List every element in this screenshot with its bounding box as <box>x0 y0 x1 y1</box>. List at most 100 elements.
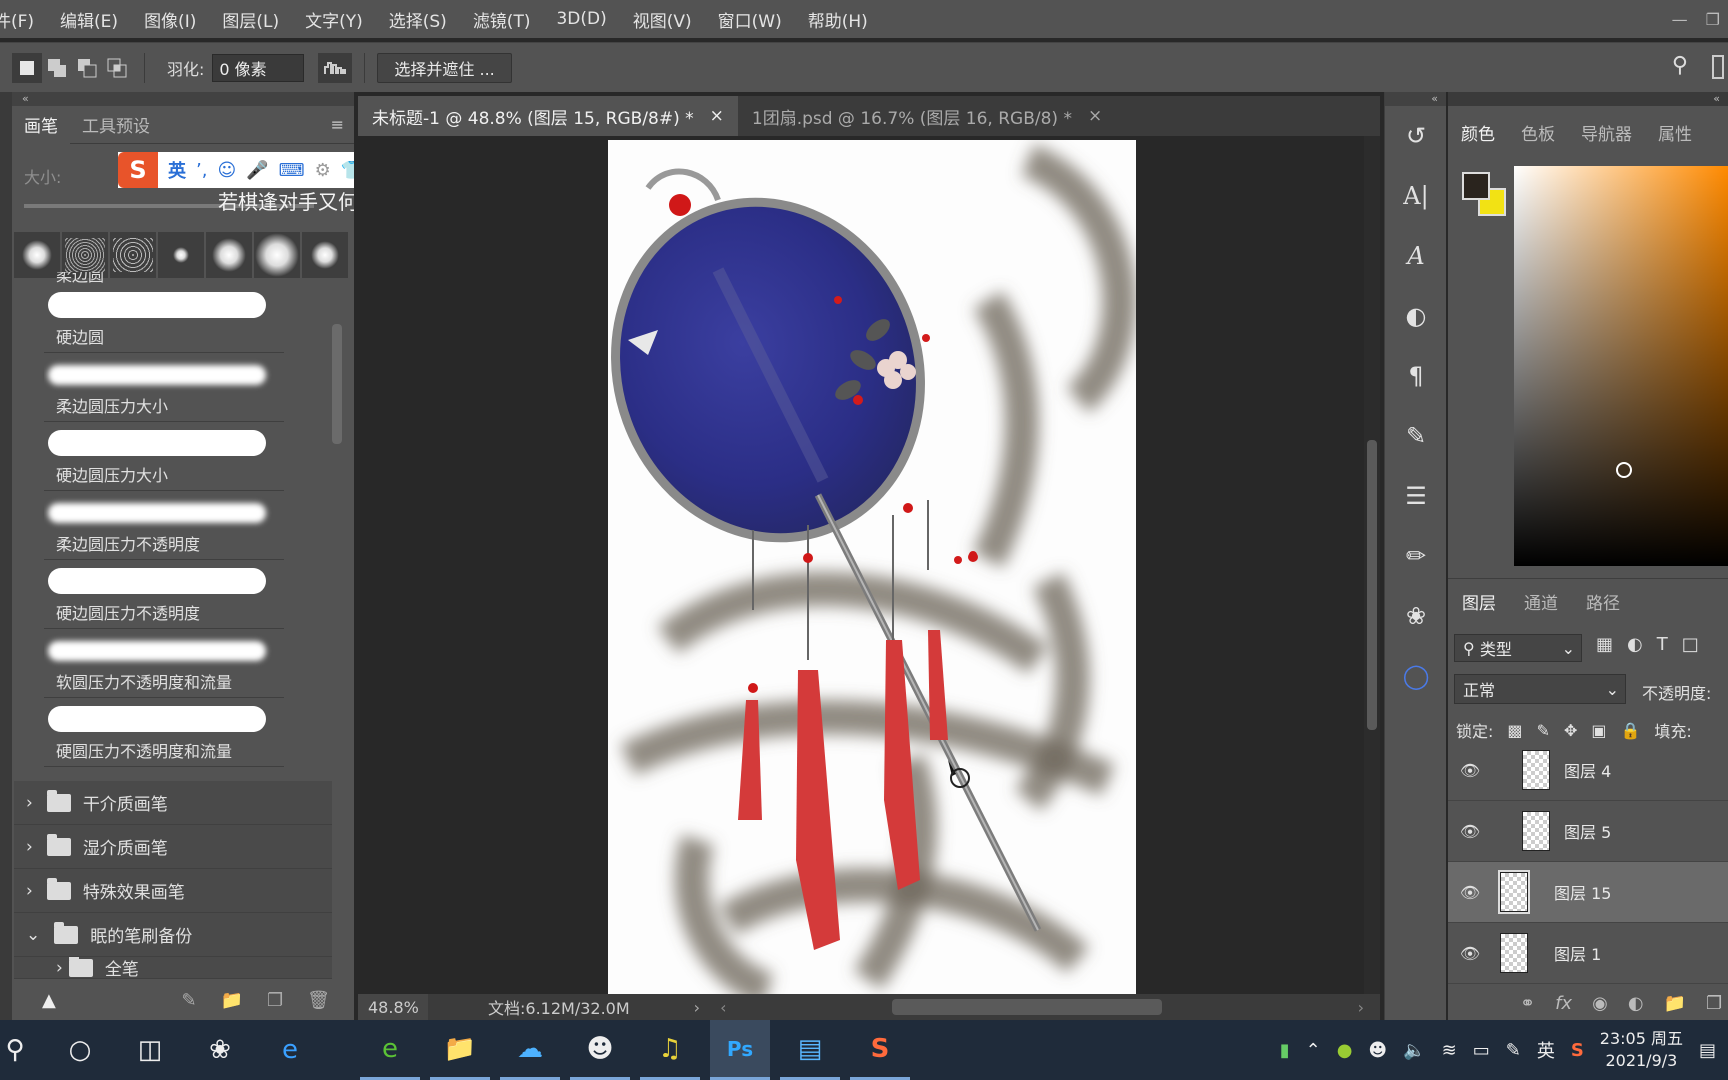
brush-item[interactable]: 硬圆压力不透明度和流量 <box>44 698 284 767</box>
zoom-field[interactable]: 48.8% <box>358 994 428 1020</box>
menu-view[interactable]: 视图(V) <box>620 7 705 32</box>
search-icon[interactable]: ⚲ <box>0 1020 30 1080</box>
ime-lang[interactable]: 英 <box>168 157 186 183</box>
cortana-icon[interactable]: ○ <box>50 1020 110 1080</box>
folder-item[interactable]: ⌄ 眠的笔刷备份 <box>14 913 332 957</box>
scroll-thumb[interactable] <box>332 324 342 444</box>
collapse-icon[interactable]: « <box>1448 92 1728 106</box>
brush-item[interactable]: 硬边圆 <box>44 284 284 353</box>
tab-swatches[interactable]: 色板 <box>1508 112 1568 152</box>
link-icon[interactable]: ⚭ <box>1520 993 1535 1014</box>
volume-icon[interactable]: 🔈 <box>1403 1040 1425 1061</box>
notes-app-icon[interactable]: ▤ <box>780 1020 840 1080</box>
minimize-icon[interactable]: — <box>1672 10 1688 29</box>
collapse-icon[interactable]: « <box>1385 92 1446 106</box>
doc-size[interactable]: 文档:6.12M/32.0M <box>488 995 630 1019</box>
close-icon[interactable]: × <box>1088 106 1102 126</box>
pinwheel-app-icon[interactable]: ❀ <box>190 1020 250 1080</box>
clone-source-icon[interactable]: ☰ <box>1385 466 1447 526</box>
menu-type[interactable]: 文字(Y) <box>292 7 376 32</box>
pen-icon[interactable]: ✎ <box>1506 1040 1521 1061</box>
preset-thumb[interactable] <box>14 232 60 278</box>
brush-item[interactable]: 软圆压力不透明度和流量 <box>44 629 284 698</box>
fx-icon[interactable]: fx <box>1555 993 1572 1014</box>
layer-row[interactable]: 👁 图层 5 <box>1448 801 1728 862</box>
lock-transparent-icon[interactable]: ▩ <box>1507 721 1522 740</box>
folder-item[interactable]: › 湿介质画笔 <box>14 825 332 869</box>
tab-brush[interactable]: 画笔 <box>12 105 70 144</box>
canvas-horizontal-scrollbar[interactable] <box>892 999 1162 1015</box>
doc-tab-1[interactable]: 未标题-1 @ 48.8% (图层 15, RGB/8#) * × <box>358 96 738 136</box>
battery-app-icon[interactable]: ▮ <box>1280 1040 1290 1061</box>
select-and-mask-button[interactable]: 选择并遮住 ... <box>377 52 512 83</box>
blend-mode-select[interactable]: 正常 ⌄ <box>1454 674 1626 704</box>
lock-all-icon[interactable]: 🔒 <box>1620 721 1640 740</box>
tab-layers[interactable]: 图层 <box>1448 579 1510 623</box>
menu-file[interactable]: 件(F) <box>0 7 47 32</box>
preset-thumb[interactable] <box>254 232 300 278</box>
new-layer-icon[interactable]: ❐ <box>1706 993 1722 1014</box>
layer-row[interactable]: 👁 图层 4 <box>1448 740 1728 801</box>
add-selection-icon[interactable] <box>42 53 72 83</box>
mic-icon[interactable]: 🎤 <box>246 160 268 181</box>
eye-icon[interactable]: 👁 <box>1448 822 1492 841</box>
tray-app-icon[interactable]: ● <box>1337 1040 1353 1061</box>
music-app-icon[interactable]: ♫ <box>640 1020 700 1080</box>
delete-icon[interactable]: 🗑 <box>307 990 330 1011</box>
history-icon[interactable]: ↺ <box>1385 106 1447 166</box>
scroll-thumb[interactable] <box>1367 440 1377 730</box>
tab-tool-presets[interactable]: 工具预设 <box>70 106 162 144</box>
filter-pixel-icon[interactable]: ▦ <box>1596 634 1613 655</box>
workspace-icon[interactable] <box>1712 55 1724 79</box>
artboard[interactable] <box>608 140 1136 994</box>
eye-icon[interactable]: 👁 <box>1448 883 1492 902</box>
lock-paint-icon[interactable]: ✎ <box>1537 721 1550 740</box>
wifi-icon[interactable]: ≋ <box>1442 1040 1457 1061</box>
adjustment-layer-icon[interactable]: ◐ <box>1628 993 1644 1014</box>
glyphs-icon[interactable]: A <box>1385 226 1447 286</box>
chevron-up-icon[interactable]: ⌃ <box>1306 1040 1321 1061</box>
ie-icon[interactable]: e <box>260 1020 320 1080</box>
panel-menu-icon[interactable]: ≡ <box>331 115 344 134</box>
tab-paths[interactable]: 路径 <box>1572 579 1634 623</box>
menu-select[interactable]: 选择(S) <box>376 7 460 32</box>
new-selection-icon[interactable] <box>12 52 42 83</box>
preset-thumb[interactable] <box>158 232 204 278</box>
brush-settings-icon[interactable]: ✎ <box>181 990 196 1011</box>
close-icon[interactable]: × <box>710 106 724 126</box>
baidu-netdisk-icon[interactable]: ☁ <box>500 1020 560 1080</box>
size-triangle-icon[interactable]: ▲ <box>42 990 56 1011</box>
filter-adjust-icon[interactable]: ◐ <box>1627 634 1643 655</box>
folder-item[interactable]: › 特殊效果画笔 <box>14 869 332 913</box>
brush-item[interactable]: 柔边圆压力大小 <box>44 353 284 422</box>
canvas-vertical-scrollbar[interactable] <box>1364 136 1380 994</box>
brush-item[interactable]: 硬边圆压力大小 <box>44 422 284 491</box>
foreground-color-swatch[interactable] <box>1462 172 1490 200</box>
menu-image[interactable]: 图像(I) <box>131 7 209 32</box>
new-group-icon[interactable]: 📁 <box>221 990 243 1011</box>
keyboard-icon[interactable]: ⌨ <box>279 160 305 181</box>
lock-move-icon[interactable]: ✥ <box>1564 721 1577 740</box>
subtract-selection-icon[interactable] <box>72 53 102 83</box>
tab-color[interactable]: 颜色 <box>1448 112 1508 152</box>
collapse-icon[interactable]: « <box>12 92 354 106</box>
filter-shape-icon[interactable]: □ <box>1682 634 1699 655</box>
avatar-app-icon[interactable]: ☻ <box>570 1020 630 1080</box>
brush-item[interactable]: 柔边圆压力不透明度 <box>44 491 284 560</box>
layer-row[interactable]: 👁 图层 1 <box>1448 923 1728 984</box>
folder-item[interactable]: › 干介质画笔 <box>14 781 332 825</box>
eye-icon[interactable]: 👁 <box>1448 761 1492 780</box>
adjustments-icon[interactable]: ◐ <box>1385 286 1447 346</box>
menu-help[interactable]: 帮助(H) <box>795 7 881 32</box>
character-icon[interactable]: A| <box>1385 166 1447 226</box>
preset-thumb[interactable] <box>302 232 348 278</box>
menu-window[interactable]: 窗口(W) <box>705 7 795 32</box>
doc-tab-2[interactable]: 1团扇.psd @ 16.7% (图层 16, RGB/8) * × <box>738 96 1116 136</box>
sogou-logo-icon[interactable]: S <box>118 152 158 188</box>
paragraph-icon[interactable]: ¶ <box>1385 346 1447 406</box>
folder-item[interactable]: › 全笔 <box>14 957 332 979</box>
eye-icon[interactable]: 👁 <box>1448 944 1492 963</box>
sogou-app-icon[interactable]: S <box>850 1020 910 1080</box>
layer-row[interactable]: 👁 图层 15 <box>1448 862 1728 923</box>
restore-icon[interactable]: ❐ <box>1706 10 1720 29</box>
